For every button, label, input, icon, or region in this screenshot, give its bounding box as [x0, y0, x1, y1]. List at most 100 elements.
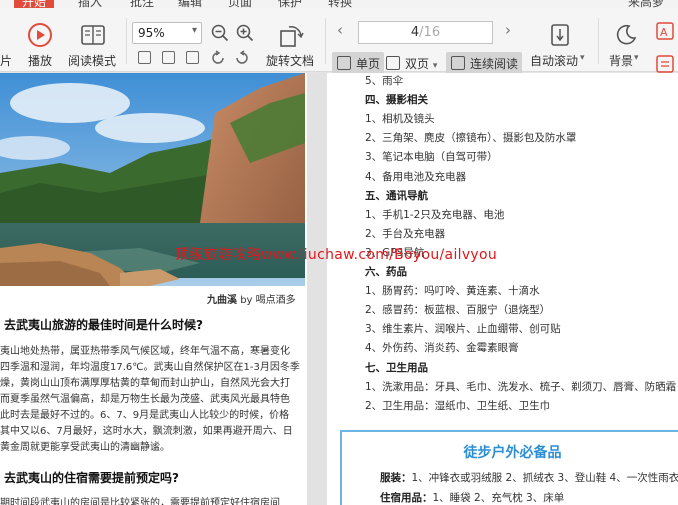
zoom-select[interactable]: 95% ▾	[132, 22, 202, 44]
double-page-button[interactable]: 双页 ▾	[381, 52, 441, 74]
watermark-text: 顶级旅游攻略www.liuchaw.com/Boyou/ailvyou	[175, 247, 498, 263]
menu-tab-protect[interactable]: 保护	[278, 0, 302, 8]
page-number-input[interactable]: 4/16	[358, 21, 493, 44]
total-pages: /16	[419, 25, 441, 40]
menu-bar: 开始 插入 批注 编辑 页面 保护 转换 来高萝	[0, 0, 678, 8]
list-item: 2、感冒药：板蓝根、百服宁（退烧型）	[365, 304, 551, 317]
list-item: 2、卫生用品：湿纸巾、卫生纸、卫生巾	[365, 399, 551, 412]
paragraph-line: 此时去是最好不过的。6、7、9月是武夷山人比较少的时候，价格	[0, 410, 290, 421]
double-page-label: 双页	[405, 57, 430, 71]
moon-icon	[616, 24, 637, 45]
list-item: 3、笔记本电脑（自驾可带）	[365, 151, 498, 164]
paragraph-line: 黄金周就更能享受武夷山的清幽静谧。	[0, 442, 170, 453]
list-section-heading: 六、药品	[365, 266, 407, 278]
toolbar-divider	[598, 18, 599, 64]
list-section-heading: 五、通讯导航	[365, 189, 428, 202]
box-clothing-items: 1、冲锋衣或羽绒服 2、抓绒衣 3、登山鞋 4、一次性雨衣	[411, 472, 678, 484]
zoom-out-icon[interactable]	[211, 24, 229, 42]
chevron-down-icon: ▾	[634, 53, 639, 63]
section-heading-lodging: 去武夷山的住宿需要提前预定吗?	[4, 471, 179, 485]
double-page-icon	[386, 56, 400, 70]
chevron-down-icon: ▾	[580, 53, 585, 63]
auto-scroll-label: 自动滚动	[530, 54, 579, 68]
actual-size-icon[interactable]	[138, 51, 151, 64]
fit-width-icon[interactable]	[186, 51, 199, 64]
box-clothing-line: 服装：1、冲锋衣或羽绒服 2、抓绒衣 3、登山鞋 4、一次性雨衣	[380, 470, 678, 485]
menu-tab-insert[interactable]: 插入	[78, 0, 102, 8]
toolbar-divider	[126, 18, 127, 64]
menu-tab-page[interactable]: 页面	[228, 0, 252, 8]
document-page-left: 九曲溪 by 喝点酒多 去武夷山旅游的最佳时间是什么时候? 夷山地处热带，属亚热…	[0, 73, 307, 505]
box-lodging-items: 1、睡袋 2、充气枕 3、床单	[432, 492, 565, 504]
rotate-left-icon[interactable]	[210, 50, 226, 66]
box-lodging-label: 住宿用品：	[380, 492, 433, 504]
continuous-read-icon	[451, 56, 465, 70]
next-page-icon[interactable]: ›	[505, 21, 511, 39]
single-page-label: 单页	[356, 57, 381, 71]
pdf-reader-window: 开始 插入 批注 编辑 页面 保护 转换 来高萝 片 播放 阅读模式 95% ▾…	[0, 0, 678, 505]
toolbar: 片 播放 阅读模式 95% ▾ 旋转文档 ‹ 4/16 › 单页 双页 ▾ 连续…	[0, 8, 678, 74]
continuous-read-button[interactable]: 连续阅读	[446, 52, 523, 74]
box-title: 徒步户外必备品	[463, 445, 562, 461]
paragraph-line: 其中又以6、7月最好，这时水大，飘流刺激，如果再避开周六、日	[0, 426, 293, 437]
paragraph-line: 燥，黄岗山山顶布满厚厚枯黄的草甸而封山护山，自然风光会大打	[0, 378, 290, 389]
play-button[interactable]: 播放	[24, 16, 58, 74]
paragraph-line: 而夏季虽然气温偏高，却是万物生长最为茂盛、武夷风光最具特色	[0, 394, 290, 405]
menu-tab-start[interactable]: 开始	[14, 0, 55, 8]
chevron-down-icon: ▾	[191, 25, 197, 36]
read-mode-button[interactable]: 阅读模式	[66, 16, 120, 74]
rotate-document-label: 旋转文档	[266, 54, 315, 68]
hiking-essentials-box: 徒步户外必备品 服装：1、冲锋衣或羽绒服 2、抓绒衣 3、登山鞋 4、一次性雨衣…	[340, 430, 678, 505]
toolbar-divider	[325, 18, 326, 64]
auto-scroll-button[interactable]: 自动滚动 ▾	[528, 16, 592, 74]
list-item: 4、备用电池及充电器	[365, 170, 467, 183]
menu-tab-convert[interactable]: 转换	[328, 0, 352, 8]
paragraph-line: 期时间段武夷山的房间是比较紧张的，需要提前预定好住宿房间	[0, 498, 280, 505]
box-lodging-line: 住宿用品：1、睡袋 2、充气枕 3、床单	[380, 490, 564, 505]
zoom-in-icon[interactable]	[236, 24, 254, 42]
auto-scroll-icon	[551, 24, 569, 46]
rotate-right-icon[interactable]	[234, 50, 250, 66]
zoom-value: 95%	[138, 26, 165, 40]
caption-author: by 喝点酒多	[240, 295, 296, 306]
list-item: 1、肠胃药：吗叮呤、黄连素、十滴水	[365, 285, 540, 298]
read-mode-icon	[81, 25, 105, 45]
chevron-down-icon: ▾	[432, 61, 438, 71]
list-item: 1、洗漱用品：牙具、毛巾、洗发水、梳子、剃须刀、唇膏、防晒霜	[365, 380, 677, 393]
caption-title: 九曲溪	[207, 295, 237, 306]
play-label: 播放	[28, 54, 53, 68]
read-mode-label: 阅读模式	[68, 54, 117, 68]
list-section-heading: 七、卫生用品	[365, 361, 428, 374]
single-page-button[interactable]: 单页	[332, 52, 385, 74]
current-page: 4	[410, 25, 420, 40]
menu-tab-comment[interactable]: 批注	[130, 0, 154, 8]
svg-text:A: A	[660, 26, 668, 39]
background-label: 背景	[609, 54, 634, 68]
fit-page-icon[interactable]	[162, 51, 175, 64]
continuous-read-label: 连续阅读	[470, 57, 519, 71]
box-clothing-label: 服装：	[380, 472, 412, 484]
rotate-document-button[interactable]: 旋转文档	[262, 16, 320, 74]
document-page-right: 5、雨伞四、摄影相关 1、相机及镜头 2、三角架、麂皮（擦镜布）、摄影包及防水罩 3、…	[327, 73, 678, 505]
list-item: 1、手机1-2只及充电器、电池	[365, 208, 505, 221]
photo-caption: 九曲溪 by 喝点酒多	[207, 291, 296, 306]
list-item: 5、雨伞	[365, 75, 404, 87]
document-viewport[interactable]: 九曲溪 by 喝点酒多 去武夷山旅游的最佳时间是什么时候? 夷山地处热带，属亚热…	[0, 73, 678, 505]
menu-tab-edit[interactable]: 编辑	[178, 0, 202, 8]
pdf-to-word-icon[interactable]	[655, 54, 675, 74]
translate-icon[interactable]: A	[655, 21, 675, 41]
background-button[interactable]: 背景 ▾	[605, 16, 645, 74]
section-heading-best-time: 去武夷山旅游的最佳时间是什么时候?	[4, 318, 203, 332]
rotate-document-icon	[280, 26, 304, 47]
list-item: 2、三角架、麂皮（擦镜布）、摄影包及防水罩	[365, 132, 577, 145]
list-section-heading: 四、摄影相关	[365, 94, 428, 107]
list-item: 2、手台及充电器	[365, 227, 446, 240]
previous-page-icon[interactable]: ‹	[337, 21, 343, 39]
list-item: 4、外伤药、消炎药、金霉素眼膏	[365, 342, 519, 355]
user-name[interactable]: 来高萝	[628, 0, 664, 8]
play-icon	[28, 23, 52, 47]
toolbar-cut-label[interactable]: 片	[0, 52, 12, 69]
list-item: 1、相机及镜头	[365, 113, 435, 126]
list-item: 3、维生素片、润喉片、止血绷带、创可贴	[365, 323, 561, 336]
single-page-icon	[337, 56, 351, 70]
